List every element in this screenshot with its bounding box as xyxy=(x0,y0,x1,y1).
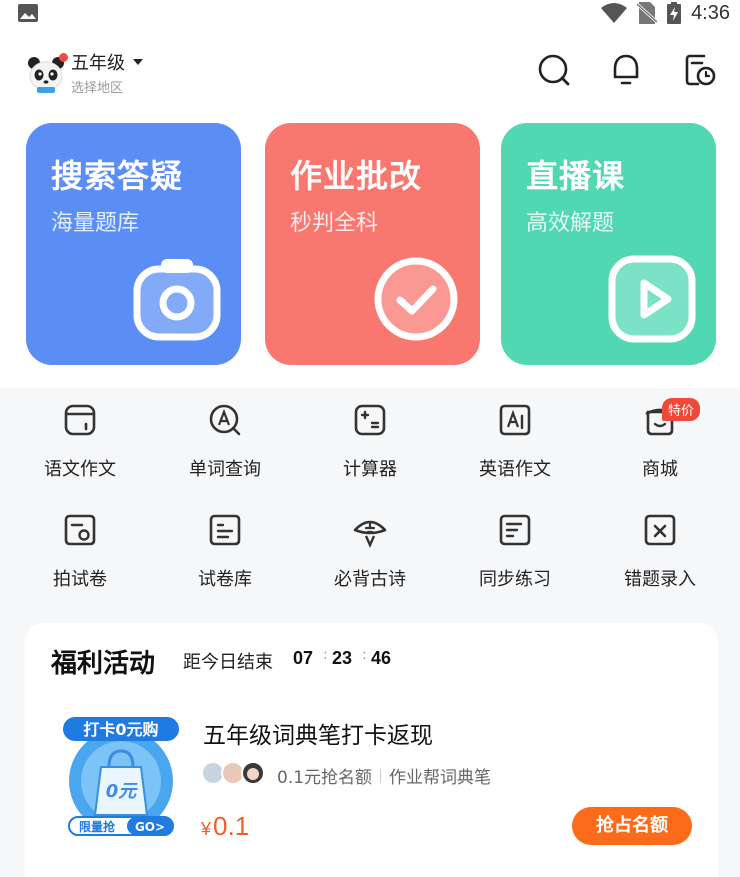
tool-label: 同步练习 xyxy=(479,569,551,590)
history-icon[interactable] xyxy=(682,52,718,88)
scan-paper-icon xyxy=(64,514,96,546)
tool-chinese-essay[interactable]: 语文作文 xyxy=(20,388,140,480)
tool-label: 必背古诗 xyxy=(334,569,406,590)
tool-wrong-questions[interactable]: 错题录入 xyxy=(600,498,720,590)
tool-label: 商城 xyxy=(642,459,678,480)
gallery-icon xyxy=(18,4,38,22)
special-price-badge: 特价 xyxy=(662,398,701,421)
product-meta-left: 0.1元抢名额 xyxy=(277,768,373,788)
countdown-separator: : xyxy=(323,647,328,663)
tool-label: 拍试卷 xyxy=(53,569,107,590)
status-time: 4:36 xyxy=(691,1,730,24)
word-lookup-icon xyxy=(209,404,241,436)
wrong-question-icon xyxy=(644,514,676,546)
card-subtitle: 高效解题 xyxy=(526,211,615,236)
grade-label: 五年级 xyxy=(71,53,125,74)
tool-label: 语文作文 xyxy=(44,459,116,480)
countdown-label: 距今日结束 xyxy=(183,652,273,673)
product-meta: 0.1元抢名额 作业帮词典笔 xyxy=(277,763,491,788)
practice-icon xyxy=(499,514,531,546)
product-image-price-text: 0元 xyxy=(106,781,139,802)
countdown-hours: 07 xyxy=(293,648,314,668)
product-price: ¥0.1 xyxy=(201,811,249,842)
tool-label: 计算器 xyxy=(343,459,397,480)
tool-english-essay[interactable]: 英语作文 xyxy=(455,388,575,480)
english-essay-icon xyxy=(499,404,531,436)
play-icon xyxy=(608,255,696,343)
product-title[interactable]: 五年级词典笔打卡返现 xyxy=(203,716,433,750)
no-sim-icon xyxy=(637,2,658,24)
wifi-icon xyxy=(601,3,628,23)
tool-label: 错题录入 xyxy=(624,569,696,590)
tool-label: 单词查询 xyxy=(189,459,261,480)
card-homework-check[interactable]: 作业批改 秒判全科 xyxy=(265,123,480,365)
grade-selector[interactable]: 五年级 选择地区 xyxy=(71,49,143,96)
grab-slot-button[interactable]: 抢占名额 xyxy=(572,807,692,845)
tools-grid: 语文作文 单词查询 计算器 英语作文 商城 拍试卷 试卷库 必背古诗 同步练习 … xyxy=(0,388,740,608)
product-image-text-bottom: 限量抢 xyxy=(79,819,116,834)
status-bar: 4:36 xyxy=(0,0,740,26)
card-title: 作业批改 xyxy=(290,157,423,195)
poem-icon xyxy=(353,520,387,548)
card-subtitle: 秒判全科 xyxy=(290,211,379,236)
header: 五年级 选择地区 xyxy=(0,40,740,100)
notification-bell-icon[interactable] xyxy=(608,52,644,88)
welfare-panel: 福利活动 距今日结束 07 : 23 : 46 打卡0元购 0元 限量抢 GO>… xyxy=(25,623,718,877)
tool-paper-library[interactable]: 试卷库 xyxy=(165,498,285,590)
product-image[interactable]: 打卡0元购 0元 限量抢 GO> xyxy=(61,715,181,837)
welfare-title: 福利活动 xyxy=(51,649,156,679)
avatar[interactable] xyxy=(26,53,68,94)
tool-label: 英语作文 xyxy=(479,459,551,480)
battery-charging-icon xyxy=(667,2,682,24)
product-meta-right: 作业帮词典笔 xyxy=(389,768,492,788)
tool-calculator[interactable]: 计算器 xyxy=(310,388,430,480)
participant-avatars xyxy=(201,761,265,785)
card-subtitle: 海量题库 xyxy=(51,211,140,236)
region-selector[interactable]: 选择地区 xyxy=(71,77,143,96)
meta-divider xyxy=(380,768,382,783)
tool-word-lookup[interactable]: 单词查询 xyxy=(165,388,285,480)
unread-dot xyxy=(59,53,68,62)
card-title: 搜索答疑 xyxy=(51,157,184,195)
tool-sync-practice[interactable]: 同步练习 xyxy=(455,498,575,590)
tool-scan-paper[interactable]: 拍试卷 xyxy=(20,498,140,590)
card-title: 直播课 xyxy=(526,157,626,195)
tool-poems[interactable]: 必背古诗 xyxy=(310,498,430,590)
card-search[interactable]: 搜索答疑 海量题库 xyxy=(26,123,241,365)
essay-icon xyxy=(64,404,96,436)
countdown-separator: : xyxy=(362,647,367,663)
price-symbol: ¥ xyxy=(201,819,212,839)
price-value: 0.1 xyxy=(213,811,250,841)
camera-icon xyxy=(133,259,221,341)
paper-library-icon xyxy=(209,514,241,546)
countdown-seconds: 46 xyxy=(371,648,392,668)
check-icon xyxy=(374,257,458,341)
tool-mall[interactable]: 商城 xyxy=(600,388,720,480)
tool-label: 试卷库 xyxy=(198,569,252,590)
countdown-minutes: 23 xyxy=(332,648,353,668)
chevron-down-icon xyxy=(133,59,143,65)
calculator-icon xyxy=(354,404,386,436)
product-image-text-top: 打卡0元购 xyxy=(83,720,158,739)
product-image-go-text: GO> xyxy=(135,820,165,834)
search-icon[interactable] xyxy=(536,52,572,88)
card-live-class[interactable]: 直播课 高效解题 xyxy=(501,123,716,365)
